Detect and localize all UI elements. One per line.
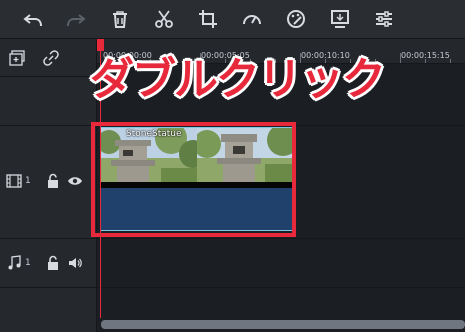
music-note-icon [6, 255, 22, 271]
video-track-header: 1 [0, 126, 96, 239]
ruler-tick [425, 59, 426, 63]
audio-track-lane[interactable] [97, 239, 465, 288]
lock-icon[interactable] [45, 173, 61, 189]
playhead-handle[interactable] [97, 39, 104, 51]
delete-icon[interactable] [108, 7, 132, 31]
highlight-box [91, 122, 296, 237]
track-header-empty [0, 77, 96, 126]
header-controls [0, 39, 96, 77]
track-headers: 1 1 [0, 39, 97, 332]
annotation-text: ダブルクリック [90, 54, 386, 105]
speed-icon[interactable] [240, 7, 264, 31]
link-icon[interactable] [43, 50, 59, 66]
color-icon[interactable] [284, 7, 308, 31]
audio-mixer-icon[interactable] [372, 7, 396, 31]
redo-icon[interactable] [64, 7, 88, 31]
video-track-number: 1 [25, 176, 31, 186]
video-track-icon [6, 173, 22, 189]
cut-icon[interactable] [152, 7, 176, 31]
ruler-tick [400, 53, 401, 63]
audio-track-header: 1 [0, 239, 96, 288]
speaker-icon[interactable] [67, 255, 83, 271]
add-track-icon[interactable] [9, 50, 25, 66]
ruler-tick [450, 59, 451, 63]
export-frame-icon[interactable] [328, 7, 352, 31]
lock-icon[interactable] [45, 255, 61, 271]
eye-icon[interactable] [67, 173, 83, 189]
undo-icon[interactable] [21, 7, 45, 31]
crop-icon[interactable] [196, 7, 220, 31]
audio-track-number: 1 [25, 258, 31, 268]
toolbar [0, 0, 465, 39]
horizontal-scrollbar-thumb[interactable] [101, 320, 465, 329]
